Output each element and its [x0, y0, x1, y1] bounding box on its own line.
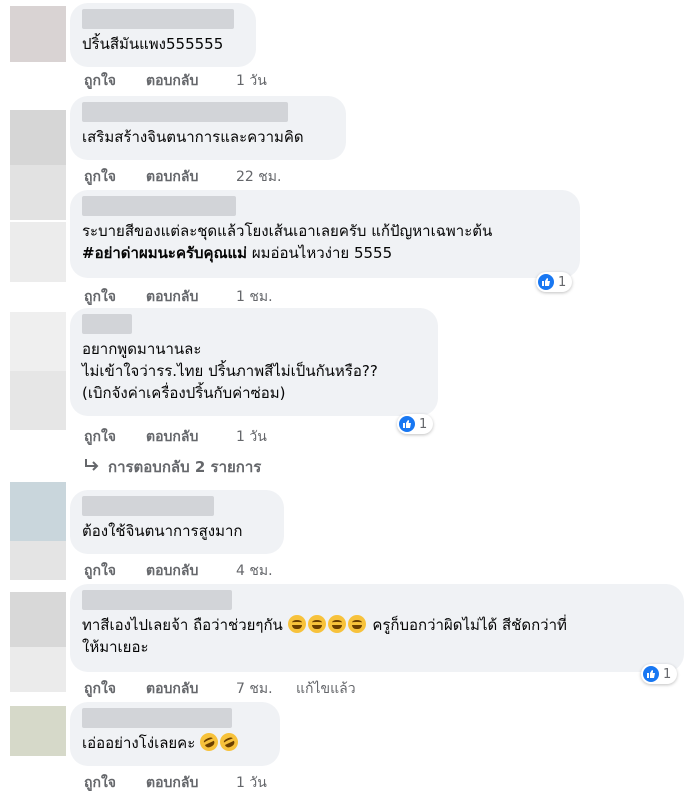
like-button[interactable]: ถูกใจ: [84, 772, 146, 794]
comment-actions: ถูกใจ ตอบกลับ 4 ชม.: [84, 560, 296, 582]
commenter-name-blurred[interactable]: [82, 708, 232, 728]
reply-button[interactable]: ตอบกลับ: [146, 426, 236, 448]
comment-timestamp[interactable]: 22 ชม.: [236, 166, 296, 188]
comment-timestamp[interactable]: 1 วัน: [236, 426, 296, 448]
commenter-name-blurred[interactable]: [82, 196, 236, 216]
comment-bubble: ต้องใช้จินตนาการสูงมาก: [70, 490, 284, 554]
reply-button[interactable]: ตอบกลับ: [146, 166, 236, 188]
reaction-number: 1: [558, 274, 567, 290]
laughing-emoji-icon: [327, 615, 346, 633]
avatar[interactable]: [10, 706, 66, 756]
comment-text-end: ครูก็บอกว่าผิดไม่ได้ สีชัดกว่าที่: [367, 616, 567, 634]
hashtag-link[interactable]: #อย่าด่าผมนะครับคุณแม่: [82, 244, 247, 262]
comment-bubble: ระบายสีของแต่ละชุดแล้วโยงเส้นเอาเลยครับ …: [70, 190, 580, 278]
comment-text: เอ่ออย่างโง่เลยคะ: [82, 730, 268, 754]
reaction-count[interactable]: 1: [397, 414, 434, 434]
like-button[interactable]: ถูกใจ: [84, 678, 146, 700]
comment-actions: ถูกใจ ตอบกลับ 1 ชม.: [84, 286, 296, 308]
comment-text: เสริมสร้างจินตนาการและความคิด: [82, 128, 304, 146]
comment-timestamp[interactable]: 1 ชม.: [236, 286, 296, 308]
reply-button[interactable]: ตอบกลับ: [146, 560, 236, 582]
comment-actions: ถูกใจ ตอบกลับ 1 วัน: [84, 772, 296, 794]
avatar[interactable]: [10, 110, 66, 220]
reply-arrow-icon: [84, 458, 100, 476]
commenter-name-blurred[interactable]: [82, 102, 288, 122]
comment-actions: ถูกใจ ตอบกลับ 1 วัน: [84, 426, 296, 448]
reply-button[interactable]: ตอบกลับ: [146, 70, 236, 92]
comment-line: (เบิกจังค่าเครื่องปริ้นกับค่าซ่อม): [82, 384, 286, 402]
comment-text-tail: ผมอ่อนไหวง่าย 5555: [247, 244, 393, 262]
like-button[interactable]: ถูกใจ: [84, 560, 146, 582]
thumbs-up-icon: [643, 666, 659, 682]
commenter-name-blurred[interactable]: [82, 314, 132, 334]
comment-text-body: เอ่ออย่างโง่เลยคะ: [82, 734, 201, 752]
commenter-name-blurred[interactable]: [82, 496, 214, 516]
comment-line: อยากพูดมานานละ: [82, 340, 202, 358]
comment-timestamp[interactable]: 1 วัน: [236, 70, 296, 92]
reply-button[interactable]: ตอบกลับ: [146, 286, 236, 308]
comment-bubble: ปริ้นสีมันแพง555555: [70, 3, 256, 67]
edited-label: แก้ไขแล้ว: [296, 681, 356, 697]
comment-text-start: ทาสีเองไปเลยจ้า ถือว่าช่วยๆกัน: [82, 616, 288, 634]
view-replies-label: การตอบกลับ 2 รายการ: [108, 458, 262, 476]
comment-bubble: ทาสีเองไปเลยจ้า ถือว่าช่วยๆกัน ครูก็บอกว…: [70, 584, 684, 672]
comment-text: ต้องใช้จินตนาการสูงมาก: [82, 522, 243, 540]
rofl-emoji-icon: [217, 730, 242, 754]
avatar[interactable]: [10, 6, 66, 62]
comment-timestamp[interactable]: 4 ชม.: [236, 560, 296, 582]
reaction-number: 1: [663, 666, 672, 682]
commenter-name-blurred[interactable]: [82, 9, 234, 29]
rofl-emoji-icon: [197, 730, 222, 754]
comment-text: ปริ้นสีมันแพง555555: [82, 35, 224, 53]
avatar[interactable]: [10, 482, 66, 580]
comment-line: ให้มาเยอะ: [82, 638, 149, 656]
comment-line: ไม่เข้าใจว่ารร.ไทย ปริ้นภาพสีไม่เป็นกันห…: [82, 362, 378, 380]
comment-bubble: เสริมสร้างจินตนาการและความคิด: [70, 96, 346, 160]
view-replies-link[interactable]: การตอบกลับ 2 รายการ: [84, 455, 261, 479]
avatar[interactable]: [10, 222, 66, 282]
like-button[interactable]: ถูกใจ: [84, 70, 146, 92]
comment-bubble: อยากพูดมานานละ ไม่เข้าใจว่ารร.ไทย ปริ้นภ…: [70, 308, 438, 416]
comment-timestamp[interactable]: 1 วัน: [236, 772, 296, 794]
like-button[interactable]: ถูกใจ: [84, 426, 146, 448]
comment-actions: ถูกใจ ตอบกลับ 7 ชม. แก้ไขแล้ว: [84, 678, 356, 700]
thumbs-up-icon: [538, 274, 554, 290]
thumbs-up-icon: [399, 416, 415, 432]
laughing-emoji-icon: [307, 615, 326, 633]
comment-text: ทาสีเองไปเลยจ้า ถือว่าช่วยๆกัน ครูก็บอกว…: [82, 614, 672, 658]
comment-text: ระบายสีของแต่ละชุดแล้วโยงเส้นเอาเลยครับ …: [82, 220, 568, 264]
comment-bubble: เอ่ออย่างโง่เลยคะ: [70, 702, 280, 766]
reply-button[interactable]: ตอบกลับ: [146, 678, 236, 700]
reaction-count[interactable]: 1: [536, 272, 573, 292]
reply-button[interactable]: ตอบกลับ: [146, 772, 236, 794]
comment-actions: ถูกใจ ตอบกลับ 1 วัน: [84, 70, 296, 92]
comment-timestamp[interactable]: 7 ชม.: [236, 678, 296, 700]
like-button[interactable]: ถูกใจ: [84, 286, 146, 308]
laughing-emoji-icon: [347, 615, 366, 633]
reaction-count[interactable]: 1: [641, 664, 678, 684]
reaction-number: 1: [419, 416, 428, 432]
comment-actions: ถูกใจ ตอบกลับ 22 ชม.: [84, 166, 296, 188]
commenter-name-blurred[interactable]: [82, 590, 232, 610]
like-button[interactable]: ถูกใจ: [84, 166, 146, 188]
comment-text: อยากพูดมานานละ ไม่เข้าใจว่ารร.ไทย ปริ้นภ…: [82, 338, 426, 404]
avatar[interactable]: [10, 592, 66, 692]
laughing-emoji-icon: [287, 615, 306, 633]
comment-text-line: ระบายสีของแต่ละชุดแล้วโยงเส้นเอาเลยครับ …: [82, 222, 493, 240]
avatar[interactable]: [10, 312, 66, 430]
